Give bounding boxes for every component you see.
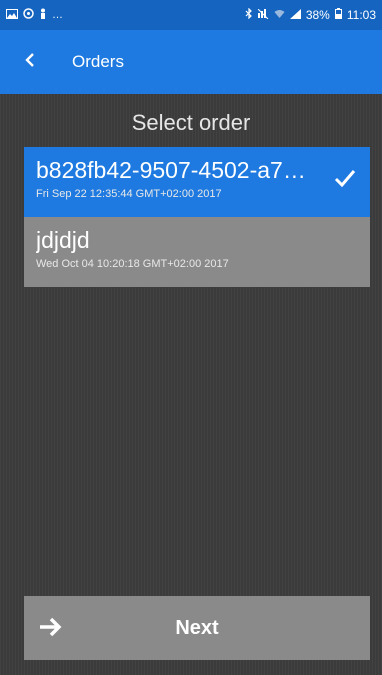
status-left: … xyxy=(6,8,63,22)
order-item-selected[interactable]: b828fb42-9507-4502-a7… Fri Sep 22 12:35:… xyxy=(24,147,370,217)
order-list: b828fb42-9507-4502-a7… Fri Sep 22 12:35:… xyxy=(24,147,370,287)
battery-percent: 38% xyxy=(305,8,330,22)
check-icon xyxy=(334,169,356,192)
order-date: Fri Sep 22 12:35:44 GMT+02:00 2017 xyxy=(36,188,222,200)
next-button-label: Next xyxy=(175,616,219,639)
bluetooth-icon xyxy=(245,7,253,22)
order-name: jdjdjd xyxy=(36,227,90,253)
status-bar: … 38% 11:03 xyxy=(0,0,382,30)
circle-icon xyxy=(23,8,34,22)
chevron-left-icon xyxy=(25,52,35,72)
page-title: Select order xyxy=(131,110,251,135)
order-name: b828fb42-9507-4502-a7… xyxy=(36,157,306,183)
order-date: Wed Oct 04 10:20:18 GMT+02:00 2017 xyxy=(36,258,229,270)
status-ellipsis: … xyxy=(52,8,63,21)
image-icon xyxy=(6,8,18,22)
clock: 11:03 xyxy=(346,8,376,22)
back-button[interactable] xyxy=(0,30,60,94)
next-button[interactable]: Next xyxy=(24,596,370,660)
app-title: Orders xyxy=(72,52,124,71)
main-content: Select order b828fb42-9507-4502-a7… Fri … xyxy=(0,94,382,675)
battery-icon xyxy=(334,8,342,22)
mute-icon xyxy=(257,8,269,22)
wifi-icon xyxy=(274,9,285,22)
person-icon xyxy=(39,8,47,22)
order-item[interactable]: jdjdjd Wed Oct 04 10:20:18 GMT+02:00 201… xyxy=(24,217,370,287)
arrow-right-icon xyxy=(38,616,62,643)
status-right: 38% 11:03 xyxy=(245,7,376,22)
signal-icon xyxy=(289,8,301,22)
app-bar: Orders xyxy=(0,30,382,94)
